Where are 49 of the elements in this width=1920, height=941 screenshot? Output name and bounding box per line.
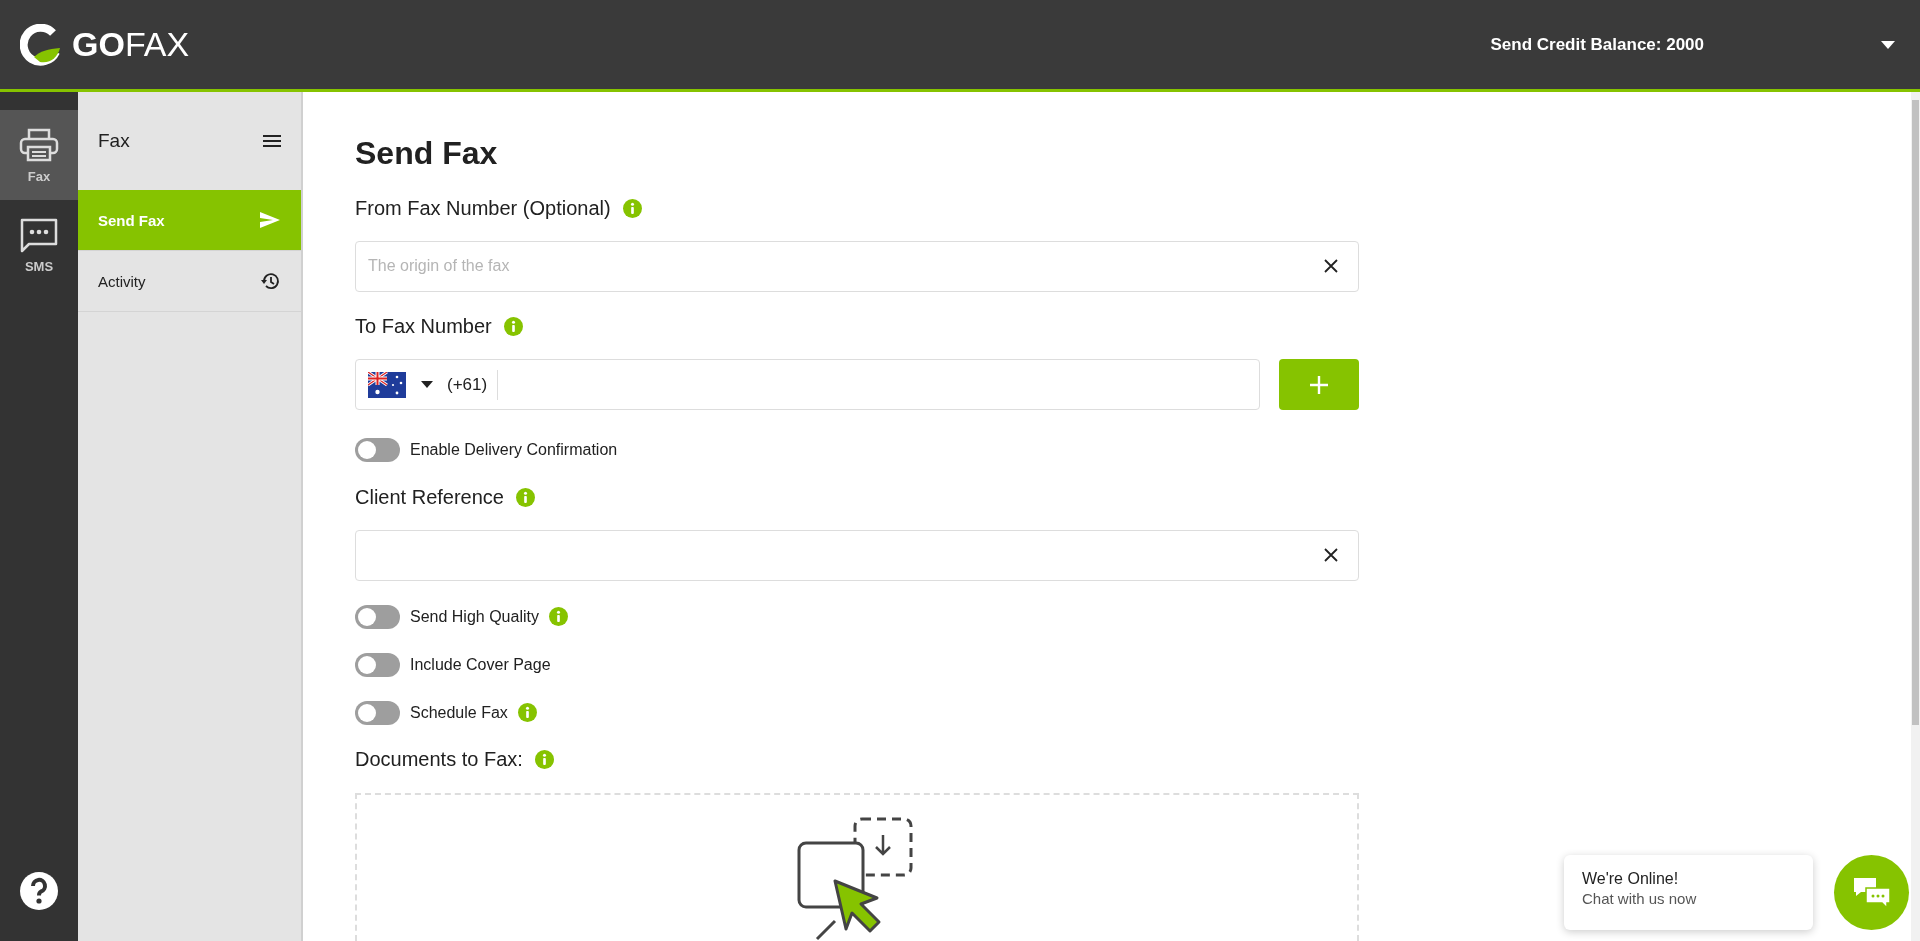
clear-icon[interactable] [1323, 257, 1339, 274]
info-icon[interactable] [515, 487, 535, 507]
sidebar-item[interactable]: Activity [78, 251, 301, 312]
toggle-switch[interactable] [355, 604, 400, 629]
logo-icon [20, 23, 62, 66]
caret-icon[interactable] [421, 381, 433, 388]
field-label: Documents to Fax: [355, 748, 523, 772]
rail-item[interactable]: SMS [0, 200, 78, 290]
toggle-label: Schedule Fax [410, 703, 508, 722]
toggle-switch[interactable] [355, 438, 400, 462]
field-label: To Fax Number [355, 315, 492, 339]
sidebar-title: Fax [98, 130, 130, 152]
menu-icon[interactable] [263, 134, 281, 148]
toggle-switch[interactable] [355, 700, 400, 725]
scrollbar-thumb[interactable] [1912, 100, 1919, 725]
printer-icon [19, 126, 59, 163]
chat-subtitle: Chat with us now [1582, 889, 1698, 909]
chat-title: We're Online! [1582, 869, 1680, 889]
info-icon[interactable] [622, 198, 642, 218]
info-icon[interactable] [517, 703, 537, 722]
plus-icon [1310, 375, 1328, 394]
add-button[interactable] [1279, 359, 1359, 410]
scrollbar[interactable] [1911, 92, 1920, 941]
text-field[interactable]: The origin of the fax [355, 240, 1359, 292]
clear-icon[interactable] [1323, 546, 1339, 563]
field-label: Client Reference [355, 485, 504, 509]
logo-text: GOFAX [72, 25, 190, 64]
toggle-label: Send High Quality [410, 607, 539, 626]
toggle-switch[interactable] [355, 652, 400, 677]
info-icon[interactable] [503, 317, 523, 337]
page-title: Send Fax [355, 134, 499, 173]
flag-icon[interactable] [368, 371, 406, 398]
rail-item[interactable]: Fax [0, 110, 78, 200]
field-label: From Fax Number (Optional) [355, 196, 611, 220]
toggle-label: Include Cover Page [410, 655, 551, 674]
drop-zone[interactable] [355, 793, 1359, 941]
caret-icon[interactable] [1880, 39, 1896, 50]
text-field[interactable] [355, 529, 1359, 581]
help-icon[interactable] [19, 871, 59, 911]
history-icon [259, 271, 281, 291]
send-icon [259, 210, 281, 230]
chat-popup[interactable]: We're Online! Chat with us now [1564, 855, 1813, 930]
info-icon[interactable] [548, 607, 568, 626]
toggle-label: Enable Delivery Confirmation [410, 441, 618, 459]
dial-code: (+61) [447, 369, 499, 400]
info-icon[interactable] [534, 750, 554, 770]
chat-icon [19, 216, 59, 253]
credit-balance: Send Credit Balance: 2000 [1490, 34, 1704, 55]
phone-field[interactable]: (+61) [355, 359, 1260, 410]
